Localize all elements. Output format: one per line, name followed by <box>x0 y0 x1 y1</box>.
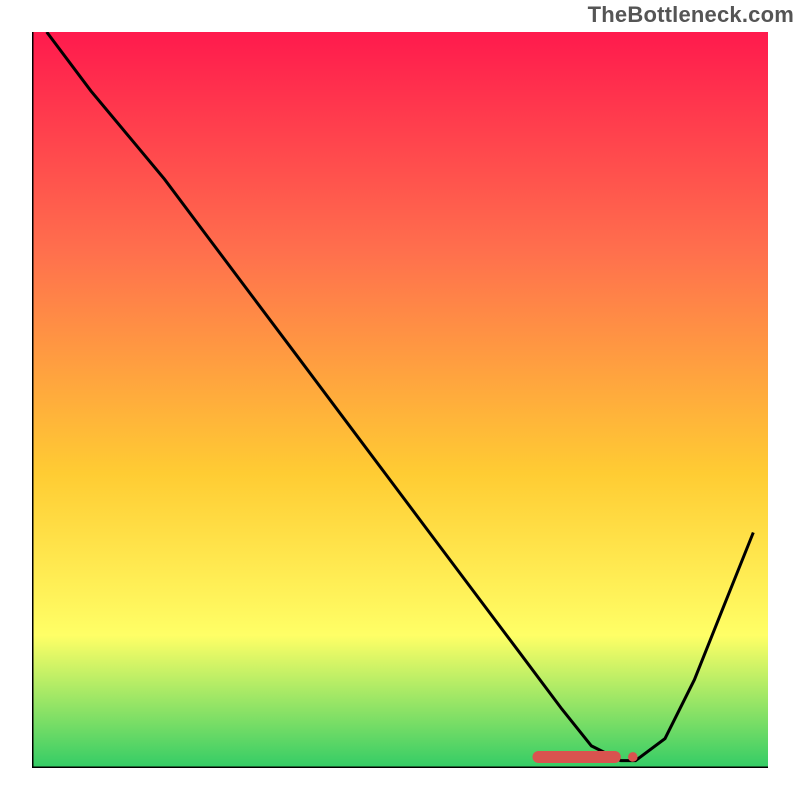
plot-area <box>32 32 768 768</box>
chart-svg <box>32 32 768 768</box>
watermark-text: TheBottleneck.com <box>588 2 794 28</box>
gradient-background <box>32 32 768 768</box>
chart-container: TheBottleneck.com <box>0 0 800 800</box>
